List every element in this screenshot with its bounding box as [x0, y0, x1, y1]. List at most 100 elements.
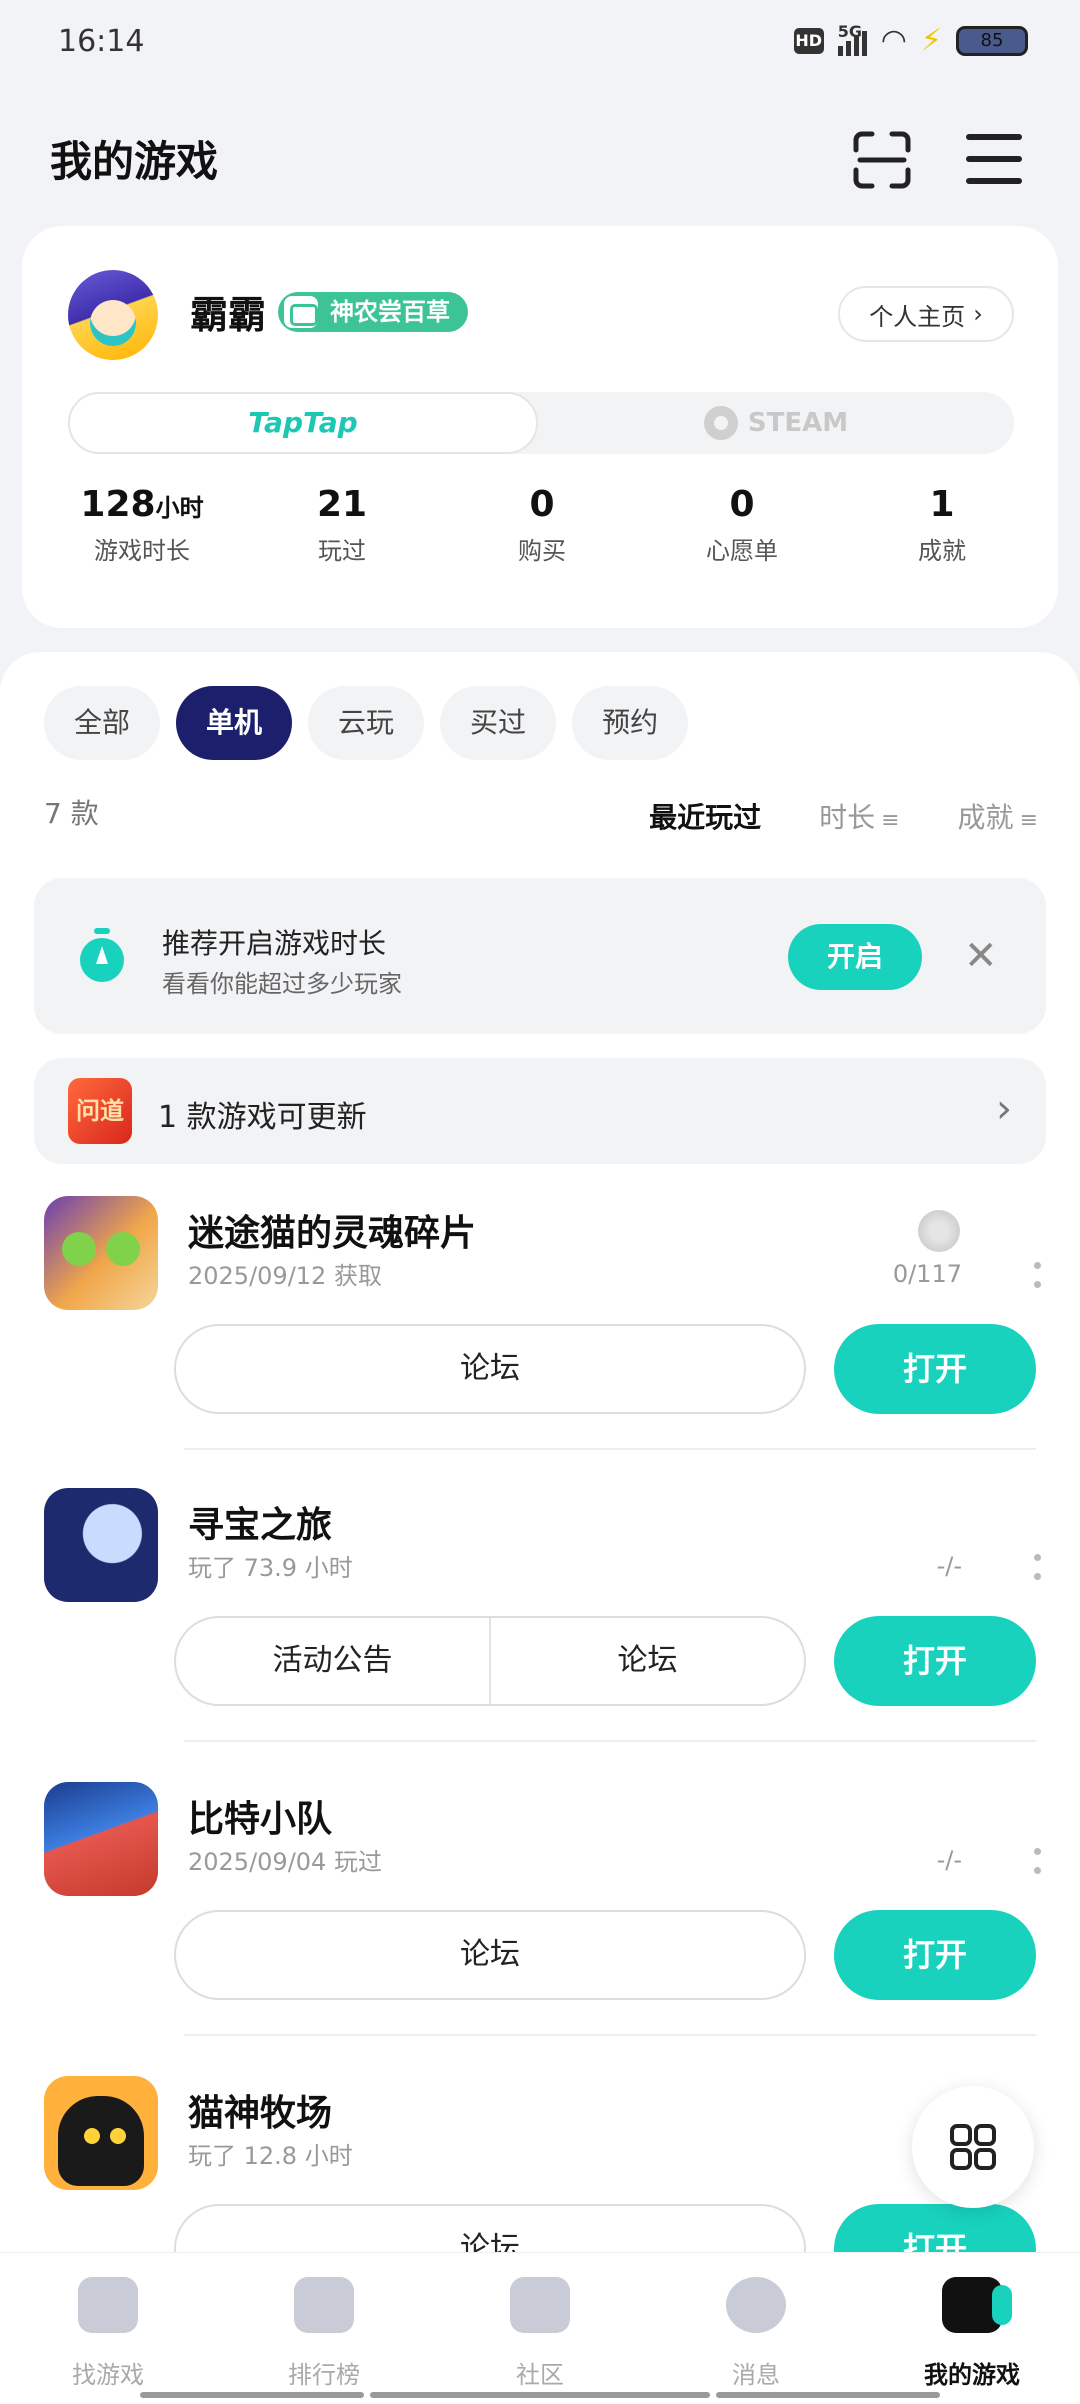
profile-home-label: 个人主页: [869, 302, 966, 331]
community-icon: [510, 2277, 570, 2333]
status-bar: 16:14 HD 5G ◠ ⚡ 85: [0, 0, 1080, 86]
game-name[interactable]: 迷途猫的灵魂碎片: [188, 1204, 476, 1256]
signal-icon: 5G: [837, 22, 867, 56]
divider: [184, 1448, 1036, 1450]
stat-purchased[interactable]: 0 购买: [442, 484, 642, 574]
divider: [184, 1740, 1036, 1742]
grid-icon: [950, 2124, 996, 2170]
game-actions: 活动公告 论坛: [174, 1616, 806, 1706]
status-time: 16:14: [58, 24, 145, 59]
achievement-progress: -/-: [936, 1846, 962, 1874]
forum-button[interactable]: 论坛: [176, 1326, 804, 1412]
gamepad-badge-icon: [284, 296, 318, 328]
gesture-bar: [140, 2392, 364, 2398]
game-item: 寻宝之旅 玩了 73.9 小时 -/- 活动公告 论坛 打开: [0, 1472, 1080, 1766]
more-options-icon[interactable]: [1034, 1262, 1042, 1288]
chevron-right-icon: ›: [996, 1086, 1012, 1132]
nav-community[interactable]: 社区: [432, 2253, 648, 2404]
chevron-right-icon: ›: [973, 300, 983, 328]
enable-playtime-button[interactable]: 开启: [788, 924, 922, 990]
game-name[interactable]: 寻宝之旅: [188, 1496, 332, 1548]
game-subtitle: 玩了 12.8 小时: [188, 2142, 353, 2170]
profile-card: 霸霸 神农尝百草 个人主页 › TapTap STEAM 128小时 游戏时长 …: [22, 226, 1058, 628]
sort-achievements[interactable]: 成就 ≡: [958, 796, 1038, 836]
game-icon-wendao: 问道: [68, 1078, 132, 1144]
gesture-bar: [370, 2392, 710, 2398]
stat-played[interactable]: 21 玩过: [242, 484, 442, 574]
close-icon[interactable]: ✕: [964, 936, 998, 976]
gesture-bar: [716, 2392, 940, 2398]
stopwatch-icon: [80, 928, 124, 982]
username: 霸霸: [190, 293, 267, 337]
trophy-icon: [918, 1210, 960, 1252]
status-icons: HD 5G ◠ ⚡ 85: [793, 22, 1028, 58]
platform-steam[interactable]: STEAM: [538, 392, 1014, 454]
recommend-title: 推荐开启游戏时长: [162, 927, 387, 960]
announcement-button[interactable]: 活动公告: [176, 1618, 489, 1704]
open-game-button[interactable]: 打开: [834, 1324, 1036, 1414]
steam-icon: [703, 406, 738, 440]
nav-messages[interactable]: 消息: [648, 2253, 864, 2404]
update-text: 1 款游戏可更新: [158, 1100, 367, 1135]
achievement-progress: 0/117: [892, 1260, 962, 1288]
nav-rankings[interactable]: 排行榜: [216, 2253, 432, 2404]
game-actions: 论坛: [174, 1910, 806, 2000]
user-badge[interactable]: 神农尝百草: [278, 292, 468, 332]
platform-taptap[interactable]: TapTap: [68, 392, 538, 454]
game-subtitle: 玩了 73.9 小时: [188, 1554, 353, 1582]
stat-wishlist[interactable]: 0 心愿单: [642, 484, 842, 574]
scan-icon[interactable]: [852, 130, 912, 190]
tab-cloud[interactable]: 云玩: [308, 686, 425, 760]
nav-find-games[interactable]: 找游戏: [0, 2253, 216, 2404]
game-name[interactable]: 猫神牧场: [188, 2084, 332, 2136]
gamepad-icon: [942, 2277, 1012, 2333]
stat-playtime[interactable]: 128小时 游戏时长: [42, 484, 242, 574]
game-icon[interactable]: [44, 1196, 158, 1310]
apps-fab-button[interactable]: [912, 2086, 1034, 2208]
ranking-icon: [294, 2277, 354, 2333]
game-icon[interactable]: [44, 1488, 158, 1602]
page-title: 我的游戏: [50, 137, 219, 186]
open-game-button[interactable]: 打开: [834, 1616, 1036, 1706]
bottom-nav: 找游戏 排行榜 社区 消息 我的游戏: [0, 2252, 1080, 2404]
achievement-progress: -/-: [936, 1552, 962, 1580]
nav-my-games[interactable]: 我的游戏: [864, 2253, 1080, 2404]
sort-recent[interactable]: 最近玩过: [649, 796, 761, 836]
profile-stats: 128小时 游戏时长 21 玩过 0 购买 0 心愿单 1 成就: [42, 484, 1042, 574]
game-name[interactable]: 比特小队: [188, 1790, 332, 1842]
forum-button[interactable]: 论坛: [176, 1912, 804, 1998]
battery-icon: 85: [956, 26, 1028, 56]
more-options-icon[interactable]: [1034, 1554, 1042, 1580]
tab-standalone[interactable]: 单机: [176, 686, 293, 760]
avatar[interactable]: [68, 270, 158, 360]
game-count: 7 款: [44, 797, 99, 830]
update-banner[interactable]: 问道 1 款游戏可更新 ›: [34, 1058, 1046, 1164]
tab-reserved[interactable]: 预约: [572, 686, 689, 760]
tab-bought[interactable]: 买过: [440, 686, 557, 760]
stat-achievements[interactable]: 1 成就: [842, 484, 1042, 574]
sort-playtime[interactable]: 时长 ≡: [819, 796, 899, 836]
hd-icon: HD: [793, 28, 824, 54]
game-icon[interactable]: [44, 2076, 158, 2190]
steam-label: STEAM: [747, 408, 849, 438]
more-options-icon[interactable]: [1034, 1848, 1042, 1874]
game-list-sheet: 全部 单机 云玩 买过 预约 7 款 最近玩过 时长 ≡ 成就 ≡ 推荐开启游戏时长…: [0, 652, 1080, 2294]
sort-options: 最近玩过 时长 ≡ 成就 ≡: [649, 796, 1038, 836]
badge-label: 神农尝百草: [330, 298, 450, 326]
game-subtitle: 2025/09/12 获取: [188, 1262, 382, 1290]
chat-icon: [726, 2277, 786, 2333]
divider: [184, 2034, 1036, 2036]
playtime-recommend-banner: 推荐开启游戏时长 看看你能超过多少玩家 开启 ✕: [34, 878, 1046, 1034]
wifi-icon: ◠: [880, 23, 907, 58]
tab-all[interactable]: 全部: [44, 686, 161, 760]
menu-icon[interactable]: [966, 134, 1022, 184]
sort-icon: ≡: [881, 808, 900, 833]
forum-button[interactable]: 论坛: [489, 1618, 804, 1704]
game-item: 迷途猫的灵魂碎片 2025/09/12 获取 0/117 论坛 打开: [0, 1180, 1080, 1474]
game-icon[interactable]: [44, 1782, 158, 1896]
game-item: 比特小队 2025/09/04 玩过 -/- 论坛 打开: [0, 1766, 1080, 2060]
game-subtitle: 2025/09/04 玩过: [188, 1848, 382, 1876]
profile-home-button[interactable]: 个人主页 ›: [838, 286, 1014, 342]
open-game-button[interactable]: 打开: [834, 1910, 1036, 2000]
recommend-subtitle: 看看你能超过多少玩家: [162, 970, 402, 998]
